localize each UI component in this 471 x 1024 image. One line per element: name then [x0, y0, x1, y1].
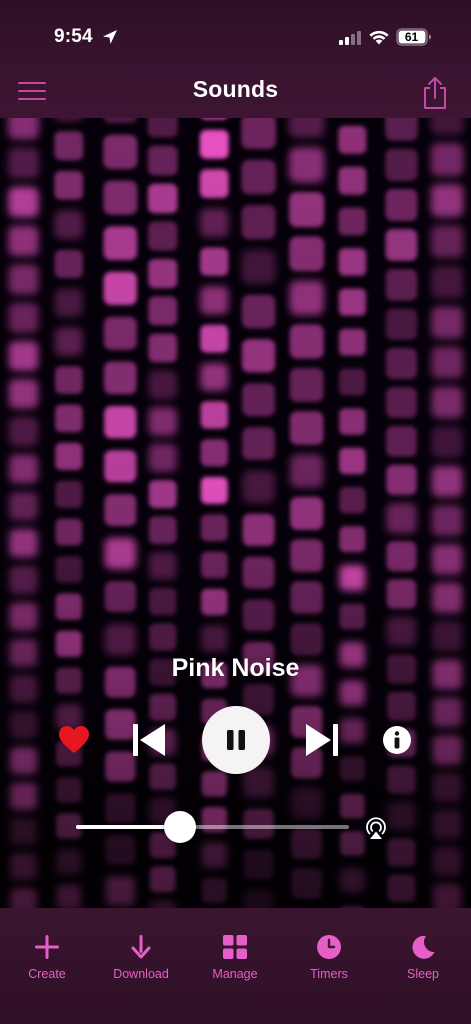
skip-previous-icon[interactable] [132, 722, 166, 758]
status-bar: 9:54 61 [0, 0, 471, 70]
tab-label: Download [113, 967, 169, 981]
heart-icon[interactable] [58, 725, 90, 755]
status-time: 9:54 [54, 26, 93, 47]
page-title: Sounds [192, 76, 279, 102]
wifi-icon [369, 30, 389, 45]
track-title: Pink Noise [171, 654, 300, 682]
tab-label: Create [28, 967, 66, 981]
tab-label: Timers [310, 967, 348, 981]
skip-next-icon[interactable] [305, 722, 339, 758]
tab-label: Manage [212, 967, 258, 981]
tab-timers[interactable]: Timers [284, 934, 374, 990]
plus-icon [35, 935, 59, 959]
tab-create[interactable]: Create [2, 934, 92, 990]
tab-label: Sleep [407, 967, 439, 981]
info-icon[interactable] [382, 725, 412, 755]
tab-sleep[interactable]: Sleep [378, 934, 468, 990]
tab-bar: Create Download Manage Timers Sleep [0, 908, 471, 1024]
volume-thumb[interactable] [163, 811, 196, 843]
pause-icon [227, 730, 245, 750]
tab-download[interactable]: Download [96, 934, 186, 990]
clock-icon [317, 935, 341, 959]
top-header: 9:54 61 Sounds [0, 0, 471, 118]
share-icon[interactable] [420, 76, 450, 110]
airplay-icon[interactable] [364, 816, 388, 840]
download-arrow-icon [131, 935, 151, 959]
visualizer-grid [0, 118, 471, 908]
volume-slider[interactable] [76, 811, 349, 843]
battery-level: 61 [404, 30, 419, 44]
location-arrow-icon [103, 30, 117, 44]
play-pause-button[interactable] [202, 706, 270, 774]
sounds-screen: 9:54 61 Sounds Pink Noise Create Downloa… [0, 0, 471, 1024]
moon-icon [412, 935, 435, 959]
tab-manage[interactable]: Manage [190, 934, 280, 990]
grid-icon [223, 935, 247, 959]
cellular-signal-icon [339, 31, 361, 45]
nav-bar: Sounds [0, 70, 471, 118]
sound-visualizer [0, 118, 471, 908]
